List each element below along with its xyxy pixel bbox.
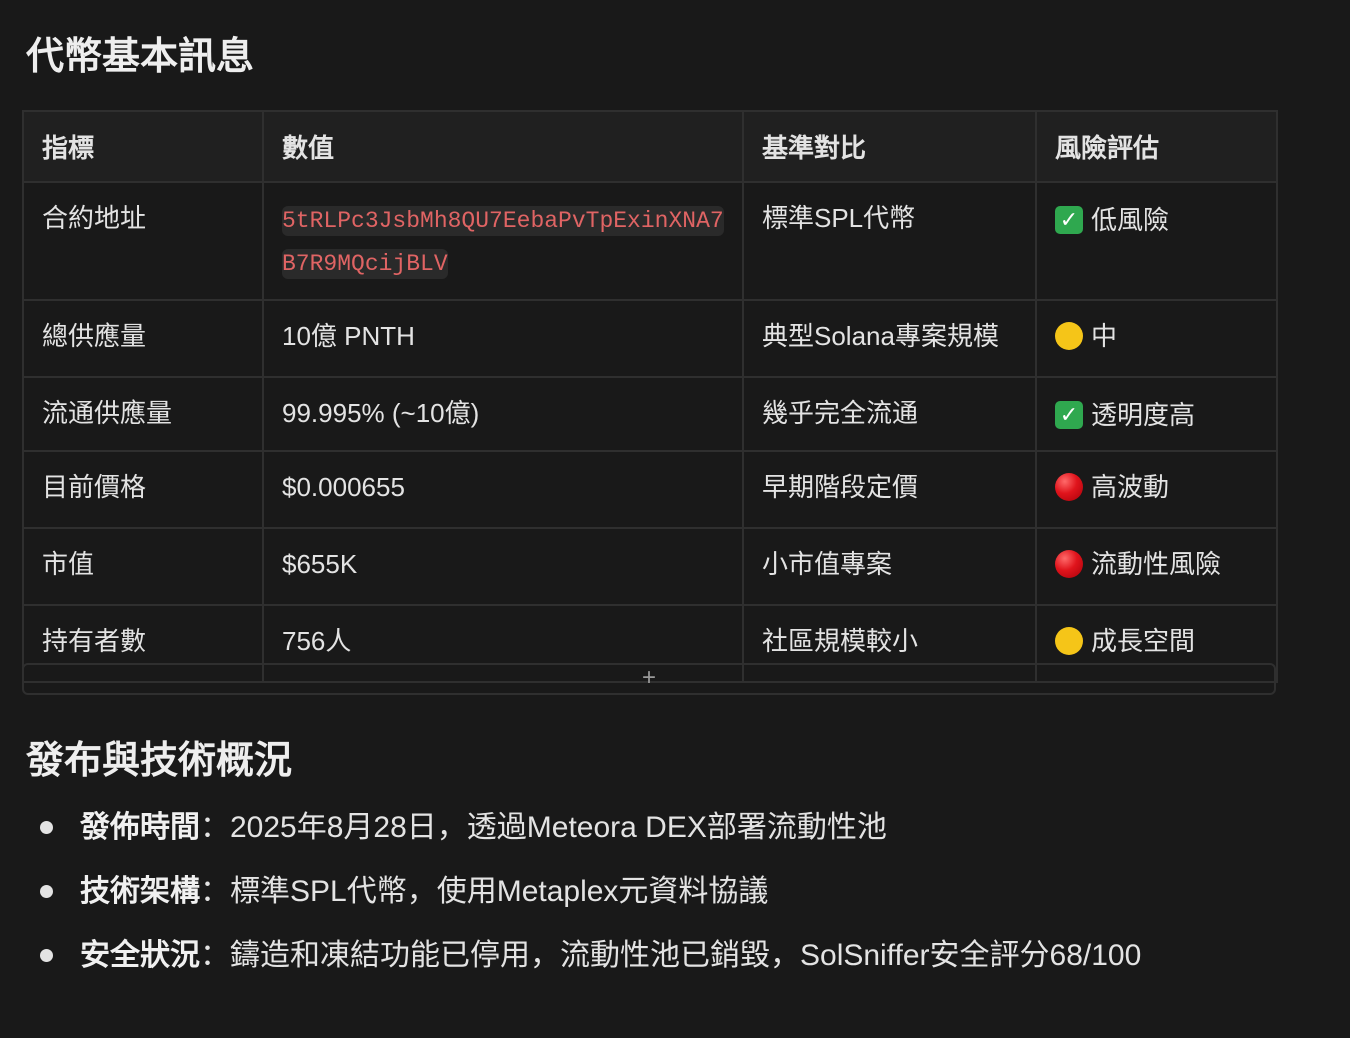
list-item-text: 2025年8月28日，透過Meteora DEX部署流動性池 bbox=[230, 811, 887, 844]
cell-metric[interactable]: 目前價格 bbox=[22, 450, 264, 529]
contract-address-code[interactable]: 5tRLPc3JsbMh8QU7EebaPvTpExinXNA7B7R9MQci… bbox=[282, 206, 724, 279]
cell-benchmark[interactable]: 早期階段定價 bbox=[742, 450, 1037, 529]
risk-label: 中 bbox=[1091, 321, 1118, 351]
table-row: 市值 $655K 小市值專案 流動性風險 bbox=[22, 527, 1278, 606]
cell-benchmark[interactable]: 幾乎完全流通 bbox=[742, 376, 1037, 452]
cell-value[interactable]: $0.000655 bbox=[262, 450, 744, 529]
cell-metric[interactable]: 流通供應量 bbox=[22, 376, 264, 452]
cell-benchmark[interactable]: 典型Solana專案規模 bbox=[742, 299, 1037, 378]
cell-value[interactable]: 99.995% (~10億) bbox=[262, 376, 744, 452]
cell-metric[interactable]: 總供應量 bbox=[22, 299, 264, 378]
header-benchmark[interactable]: 基準對比 bbox=[742, 110, 1037, 183]
table-row: 總供應量 10億 PNTH 典型Solana專案規模 中 bbox=[22, 299, 1278, 378]
list-item-separator: ： bbox=[200, 939, 230, 972]
cell-risk[interactable]: 流動性風險 bbox=[1035, 527, 1278, 606]
cell-risk[interactable]: ✓ 透明度高 bbox=[1035, 376, 1278, 452]
list-item-text: 標準SPL代幣，使用Metaplex元資料協議 bbox=[230, 875, 769, 908]
cell-value[interactable]: 5tRLPc3JsbMh8QU7EebaPvTpExinXNA7B7R9MQci… bbox=[262, 181, 744, 301]
header-risk[interactable]: 風險評估 bbox=[1035, 110, 1278, 183]
section-title-launch-tech: 發布與技術概況 bbox=[26, 740, 293, 782]
cell-benchmark[interactable]: 小市值專案 bbox=[742, 527, 1037, 606]
section-title-token-info: 代幣基本訊息 bbox=[26, 36, 255, 78]
yellow-circle-icon bbox=[1055, 627, 1083, 655]
risk-label: 高波動 bbox=[1091, 472, 1170, 502]
cell-metric[interactable]: 市值 bbox=[22, 527, 264, 606]
list-item-separator: ： bbox=[200, 811, 230, 844]
table-row: 合約地址 5tRLPc3JsbMh8QU7EebaPvTpExinXNA7B7R… bbox=[22, 181, 1278, 301]
header-value[interactable]: 數值 bbox=[262, 110, 744, 183]
list-item: 發佈時間：2025年8月28日，透過Meteora DEX部署流動性池 bbox=[24, 796, 1141, 860]
list-item-label: 技術架構 bbox=[80, 875, 200, 908]
risk-label: 成長空間 bbox=[1091, 626, 1196, 656]
token-info-table: 指標 數值 基準對比 風險評估 合約地址 5tRLPc3JsbMh8QU7Eeb… bbox=[22, 110, 1278, 683]
risk-label: 透明度高 bbox=[1091, 400, 1196, 430]
cell-risk[interactable]: 中 bbox=[1035, 299, 1278, 378]
red-circle-icon bbox=[1055, 473, 1083, 501]
bullet-icon bbox=[40, 949, 53, 962]
check-icon: ✓ bbox=[1055, 206, 1083, 234]
table-row: 流通供應量 99.995% (~10億) 幾乎完全流通 ✓ 透明度高 bbox=[22, 376, 1278, 452]
risk-label: 流動性風險 bbox=[1091, 549, 1222, 579]
list-item: 安全狀況：鑄造和凍結功能已停用，流動性池已銷毀，SolSniffer安全評分68… bbox=[24, 924, 1141, 988]
yellow-circle-icon bbox=[1055, 322, 1083, 350]
bullet-icon bbox=[40, 885, 53, 898]
cell-value[interactable]: $655K bbox=[262, 527, 744, 606]
check-icon: ✓ bbox=[1055, 401, 1083, 429]
risk-label: 低風險 bbox=[1091, 205, 1170, 235]
cell-benchmark[interactable]: 標準SPL代幣 bbox=[742, 181, 1037, 301]
list-item-label: 安全狀況 bbox=[80, 939, 200, 972]
list-item: 技術架構：標準SPL代幣，使用Metaplex元資料協議 bbox=[24, 860, 1141, 924]
bullet-icon bbox=[40, 821, 53, 834]
cell-risk[interactable]: ✓ 低風險 bbox=[1035, 181, 1278, 301]
table-header-row: 指標 數值 基準對比 風險評估 bbox=[22, 110, 1278, 183]
header-metric[interactable]: 指標 bbox=[22, 110, 264, 183]
list-item-separator: ： bbox=[200, 875, 230, 908]
list-item-text: 鑄造和凍結功能已停用，流動性池已銷毀，SolSniffer安全評分68/100 bbox=[230, 939, 1142, 972]
bullet-list: 發佈時間：2025年8月28日，透過Meteora DEX部署流動性池 技術架構… bbox=[24, 796, 1141, 988]
red-circle-icon bbox=[1055, 550, 1083, 578]
add-row-button[interactable]: + bbox=[22, 663, 1276, 695]
table-row: 目前價格 $0.000655 早期階段定價 高波動 bbox=[22, 450, 1278, 529]
cell-metric[interactable]: 合約地址 bbox=[22, 181, 264, 301]
cell-value[interactable]: 10億 PNTH bbox=[262, 299, 744, 378]
cell-risk[interactable]: 高波動 bbox=[1035, 450, 1278, 529]
list-item-label: 發佈時間 bbox=[80, 811, 200, 844]
